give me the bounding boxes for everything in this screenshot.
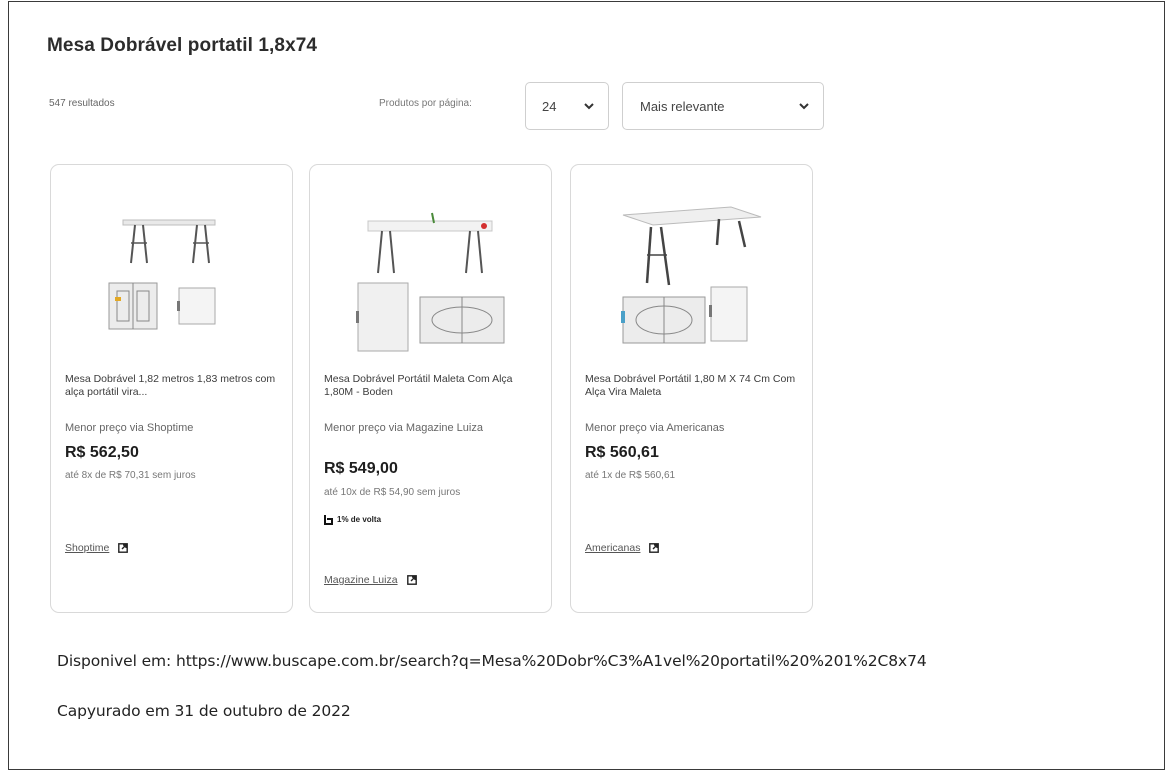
product-offer-store: Menor preço via Shoptime	[65, 422, 194, 434]
product-name[interactable]: Mesa Dobrável 1,82 metros 1,83 metros co…	[65, 373, 280, 399]
product-name[interactable]: Mesa Dobrável Portátil Maleta Com Alça 1…	[324, 373, 539, 399]
product-offer-store: Menor preço via Magazine Luiza	[324, 422, 483, 434]
store-link-label: Magazine Luiza	[324, 574, 398, 586]
cashback-badge: 1% de volta	[324, 514, 381, 525]
product-price: R$ 562,50	[65, 444, 139, 461]
product-installments: até 8x de R$ 70,31 sem juros	[65, 470, 196, 481]
product-card[interactable]: Mesa Dobrável 1,82 metros 1,83 metros co…	[50, 164, 293, 613]
product-image[interactable]	[611, 193, 773, 353]
store-link-label: Shoptime	[65, 542, 110, 554]
product-card[interactable]: Mesa Dobrável Portátil 1,80 M X 74 Cm Co…	[570, 164, 813, 613]
product-image[interactable]	[350, 193, 512, 353]
store-link[interactable]: Magazine Luiza	[324, 574, 417, 586]
per-page-select[interactable]: 24	[525, 82, 609, 130]
page-frame: Mesa Dobrável portatil 1,8x74 547 result…	[8, 1, 1165, 770]
product-card[interactable]: Mesa Dobrável Portátil Maleta Com Alça 1…	[309, 164, 552, 613]
product-installments: até 1x de R$ 560,61	[585, 470, 676, 481]
chevron-down-icon	[799, 103, 809, 110]
capture-date-note: Capyurado em 31 de outubro de 2022	[57, 702, 351, 720]
cashback-icon	[324, 515, 333, 525]
page-title: Mesa Dobrável portatil 1,8x74	[47, 35, 318, 56]
store-link[interactable]: Shoptime	[65, 542, 129, 554]
per-page-value: 24	[542, 98, 557, 114]
product-name[interactable]: Mesa Dobrável Portátil 1,80 M X 74 Cm Co…	[585, 373, 800, 399]
source-note: Disponivel em: https://www.buscape.com.b…	[57, 652, 927, 670]
product-offer-store: Menor preço via Americanas	[585, 422, 725, 434]
product-price: R$ 549,00	[324, 460, 398, 477]
results-count: 547 resultados	[49, 98, 115, 109]
external-link-icon	[406, 575, 417, 585]
external-link-icon	[649, 543, 660, 553]
product-image[interactable]	[91, 193, 253, 353]
store-link[interactable]: Americanas	[585, 542, 660, 554]
product-price: R$ 560,61	[585, 444, 659, 461]
store-link-label: Americanas	[585, 542, 641, 554]
chevron-down-icon	[584, 103, 594, 110]
cashback-text: 1% de volta	[337, 515, 382, 524]
product-installments: até 10x de R$ 54,90 sem juros	[324, 487, 461, 498]
external-link-icon	[118, 543, 129, 553]
sort-select[interactable]: Mais relevante	[622, 82, 824, 130]
sort-value: Mais relevante	[640, 98, 725, 114]
per-page-label: Produtos por página:	[379, 98, 472, 109]
